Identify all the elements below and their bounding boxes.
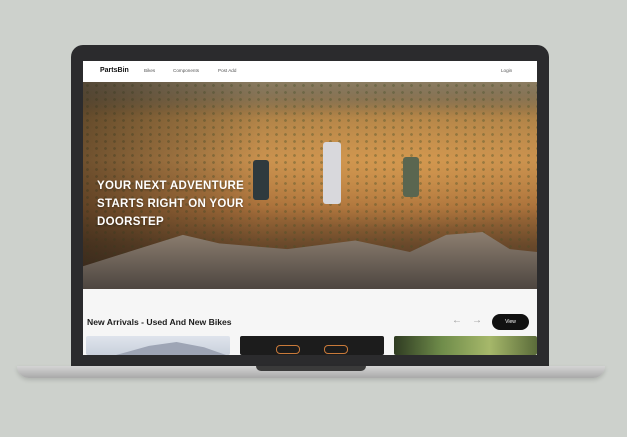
rider-figure (323, 142, 341, 204)
card-image (276, 345, 300, 354)
hero-banner: YOUR NEXT ADVENTURE STARTS RIGHT ON YOUR… (83, 82, 537, 289)
arrow-left-icon[interactable]: ← (452, 315, 462, 327)
card-image (324, 345, 348, 354)
section-title: New Arrivals - Used And New Bikes (87, 317, 232, 327)
hero-title: YOUR NEXT ADVENTURE STARTS RIGHT ON YOUR… (97, 180, 245, 228)
bike-card[interactable] (86, 336, 230, 355)
nav-link-components[interactable]: Components (173, 68, 199, 73)
card-image (116, 342, 226, 355)
bike-card[interactable] (394, 336, 537, 355)
laptop-screen: PartsBin Bikes Components Post Add Login… (83, 61, 537, 355)
view-button[interactable]: View (492, 314, 529, 330)
nav-link-post-add[interactable]: Post Add (218, 68, 236, 73)
rider-figure (403, 157, 419, 197)
login-link[interactable]: Login (501, 68, 512, 73)
bike-card[interactable] (240, 336, 384, 355)
brand-logo[interactable]: PartsBin (100, 67, 129, 74)
navbar: PartsBin Bikes Components Post Add Login (83, 61, 537, 83)
nav-link-bikes[interactable]: Bikes (144, 68, 155, 73)
laptop-notch (256, 366, 366, 371)
arrow-right-icon[interactable]: → (472, 315, 482, 327)
